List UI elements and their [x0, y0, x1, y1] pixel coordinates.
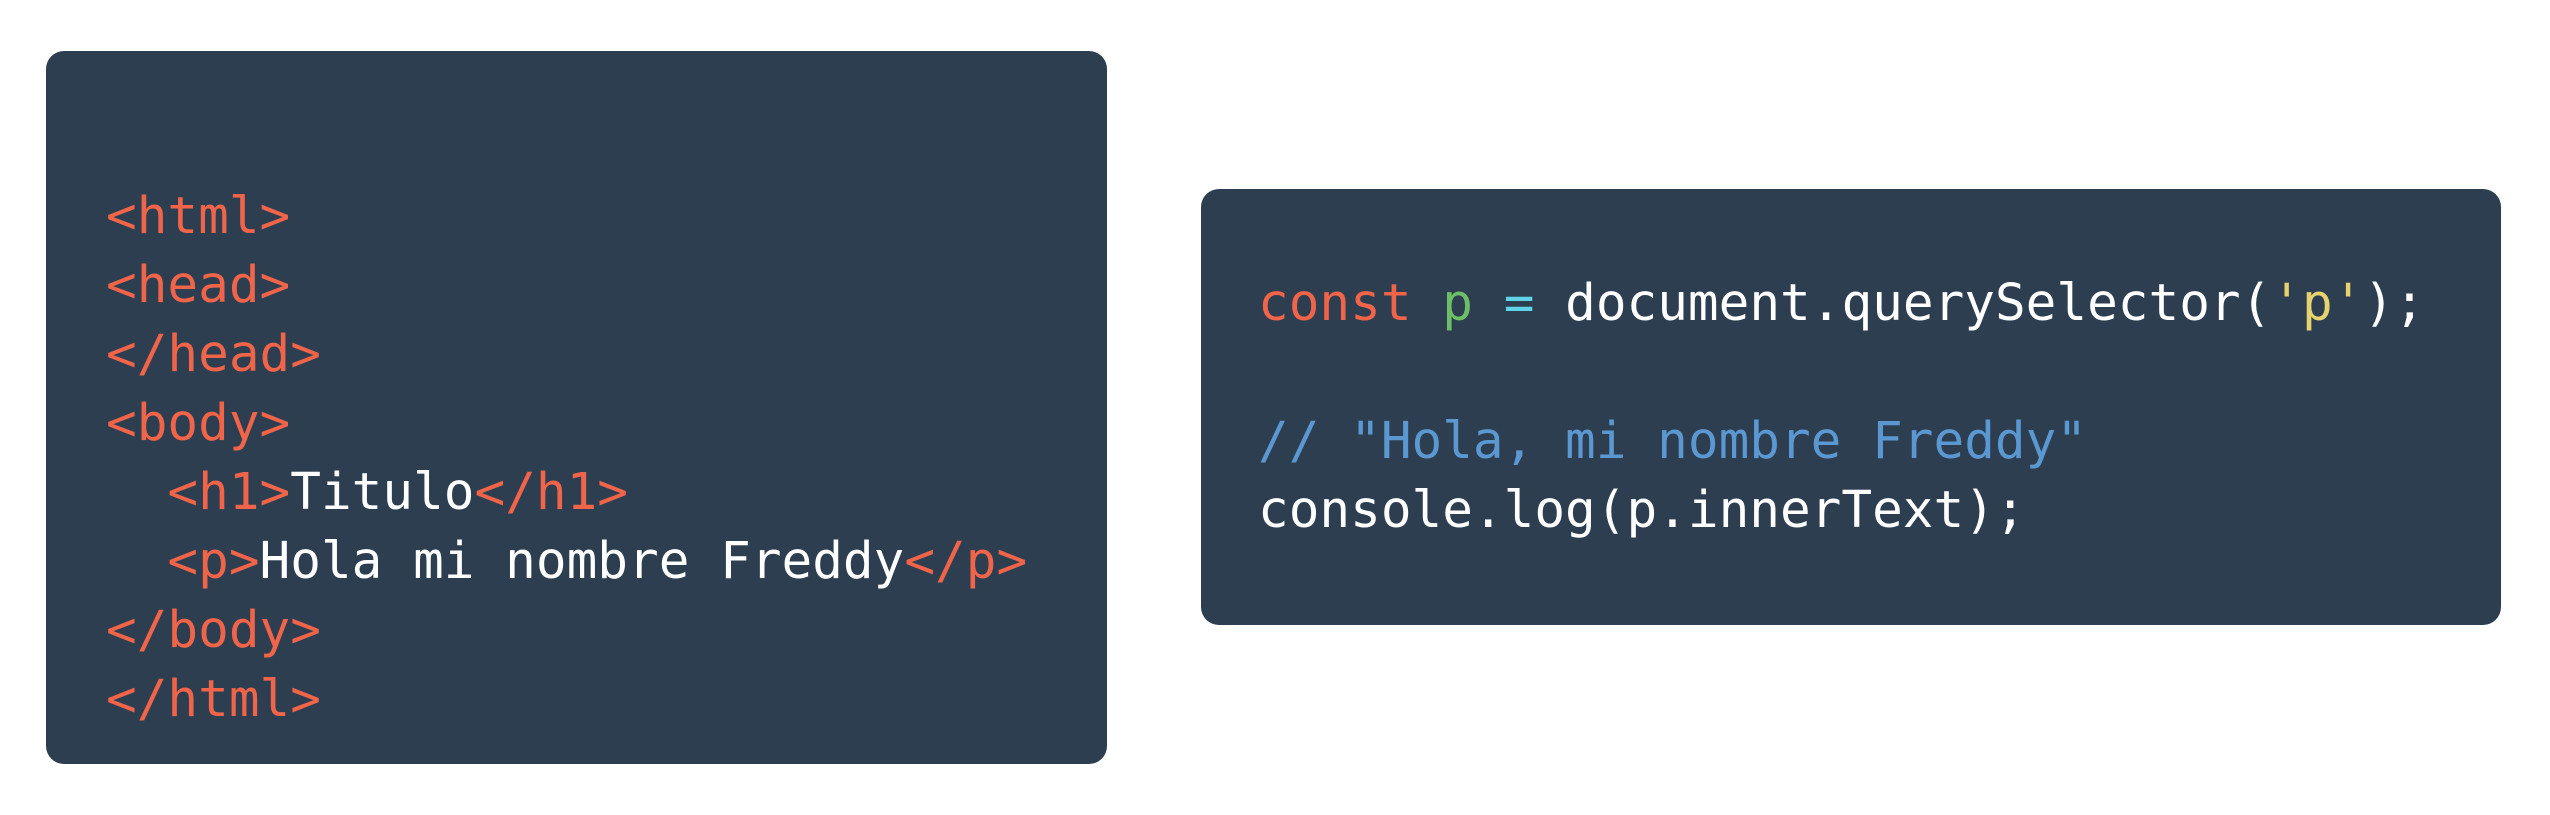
- code-line-const: const p = document.querySelector('p');: [1258, 269, 2501, 338]
- selector-string: 'p': [2271, 274, 2364, 333]
- query-call: document.querySelector(: [1534, 274, 2272, 333]
- const-keyword: const: [1258, 274, 1412, 333]
- code-comment: // "Hola, mi nombre Freddy": [1258, 412, 2088, 471]
- code-line-head-open: <head>: [106, 251, 1107, 320]
- code-line-console-log: console.log(p.innerText);: [1258, 476, 2501, 545]
- code-line-h1: <h1>Titulo</h1>: [106, 458, 1107, 527]
- code-line-p: <p>Hola mi nombre Freddy</p>: [106, 527, 1107, 596]
- variable-p: p: [1442, 274, 1473, 333]
- js-code-panel: const p = document.querySelector('p'); //…: [1201, 189, 2501, 625]
- code-line-html-open: <html>: [106, 182, 1107, 251]
- code-line-head-close: </head>: [106, 320, 1107, 389]
- p-text: Hola mi nombre Freddy: [259, 532, 905, 591]
- body-open-tag: <body>: [106, 394, 291, 453]
- call-close: );: [2363, 274, 2425, 333]
- html-close-tag: </html>: [106, 670, 321, 729]
- p-close-tag: </p>: [904, 532, 1028, 591]
- html-open-tag: <html>: [106, 187, 291, 246]
- h1-close-tag: </h1>: [474, 463, 629, 522]
- code-line-comment: // "Hola, mi nombre Freddy": [1258, 407, 2501, 476]
- html-code-panel: <html> <head> </head> <body> <h1>Titulo</h1…: [46, 51, 1107, 764]
- code-line-body-open: <body>: [106, 389, 1107, 458]
- p-open-tag: <p>: [167, 532, 260, 591]
- body-close-tag: </body>: [106, 601, 321, 660]
- h1-text: Titulo: [290, 463, 475, 522]
- h1-open-tag: <h1>: [167, 463, 291, 522]
- head-open-tag: <head>: [106, 256, 291, 315]
- assign-operator: =: [1503, 274, 1535, 333]
- code-line-body-close: </body>: [106, 596, 1107, 665]
- console-log-call: console.log(p.innerText);: [1258, 481, 2026, 540]
- head-close-tag: </head>: [106, 325, 321, 384]
- code-line-html-close: </html>: [106, 665, 1107, 734]
